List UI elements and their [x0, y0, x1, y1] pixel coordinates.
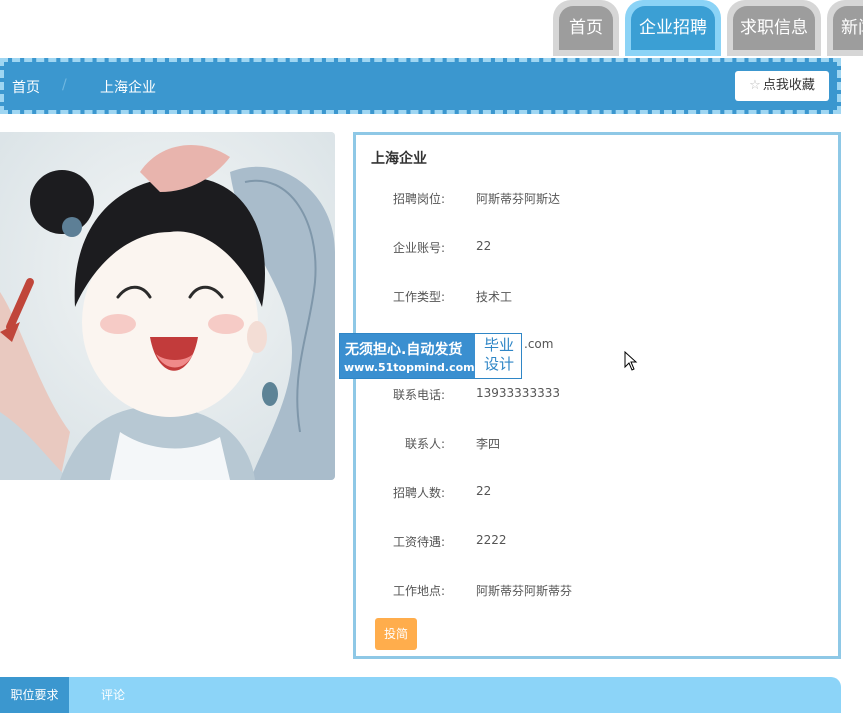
- field-label: 招聘岗位:: [392, 192, 445, 206]
- field-label: 企业账号:: [392, 241, 445, 255]
- field-label: 工作类型:: [392, 290, 445, 304]
- breadcrumb: 首页 / 上海企业 ☆ 点我收藏: [0, 58, 841, 114]
- watermark-line1: 无须担心.自动发货: [345, 342, 463, 358]
- watermark-right-bottom: 设计: [483, 355, 514, 373]
- field-row-position: 招聘岗位: 阿斯蒂芬阿斯达: [356, 190, 838, 210]
- nav-tab-label: 企业招聘: [631, 6, 715, 50]
- breadcrumb-separator: /: [62, 77, 67, 93]
- field-value: 技术工: [476, 290, 513, 304]
- field-row-headcount: 招聘人数: 22: [356, 484, 838, 504]
- field-row-account: 企业账号: 22: [356, 239, 838, 259]
- nav-tab-label: 新闻: [833, 6, 863, 50]
- watermark-right-top: 毕业: [483, 336, 514, 354]
- field-label: 工资待遇:: [392, 535, 445, 549]
- field-label: 联系人:: [404, 437, 445, 451]
- breadcrumb-home-link[interactable]: 首页: [12, 77, 40, 97]
- star-outline-icon: ☆: [749, 78, 761, 93]
- nav-tab-home[interactable]: 首页: [553, 0, 619, 56]
- field-value: 22: [476, 484, 492, 498]
- nav-tab-job-seeking[interactable]: 求职信息: [727, 0, 821, 56]
- field-value: 2222: [476, 533, 507, 547]
- field-row-phone: 联系电话: 13933333333: [356, 386, 838, 406]
- field-value: 李四: [476, 437, 501, 451]
- company-image: [0, 132, 335, 480]
- company-title: 上海企业: [371, 151, 427, 167]
- tab-job-requirements[interactable]: 职位要求: [0, 677, 69, 713]
- field-row-contact: 联系人: 李四: [356, 435, 838, 455]
- watermark-left: 无须担心.自动发货 www.51topmind.com: [340, 334, 475, 378]
- mouse-pointer-icon: [624, 351, 638, 371]
- field-value: 阿斯蒂芬阿斯蒂芬: [476, 584, 573, 598]
- apply-button[interactable]: 投简: [375, 618, 417, 650]
- field-row-salary: 工资待遇: 2222: [356, 533, 838, 553]
- nav-tab-company-recruit[interactable]: 企业招聘: [625, 0, 721, 56]
- watermark-banner: 无须担心.自动发货 www.51topmind.com 毕业 设计: [339, 333, 522, 379]
- top-nav: 首页 企业招聘 求职信息 新闻: [553, 0, 863, 58]
- field-value: .com: [524, 337, 554, 351]
- anime-girl-illustration: [0, 132, 335, 480]
- breadcrumb-current: 上海企业: [100, 80, 156, 96]
- field-label: 联系电话:: [392, 388, 445, 402]
- field-value: 阿斯蒂芬阿斯达: [476, 192, 561, 206]
- tab-comments[interactable]: 评论: [80, 677, 146, 713]
- watermark-line2: www.51topmind.com: [344, 361, 475, 374]
- field-label: 工作地点:: [392, 584, 445, 598]
- field-row-location: 工作地点: 阿斯蒂芬阿斯蒂芬: [356, 582, 838, 602]
- nav-tab-label: 首页: [559, 6, 613, 50]
- job-detail-card: 上海企业 招聘岗位: 阿斯蒂芬阿斯达 企业账号: 22 工作类型: 技术工 .c…: [353, 132, 841, 659]
- favorite-button-label: 点我收藏: [762, 78, 815, 93]
- field-label: 招聘人数:: [392, 486, 445, 500]
- bottom-tab-bar: 职位要求 评论: [0, 677, 841, 713]
- watermark-right: 毕业 设计: [480, 336, 518, 374]
- nav-tab-news[interactable]: 新闻: [827, 0, 863, 56]
- field-row-work-type: 工作类型: 技术工: [356, 288, 838, 308]
- nav-tab-label: 求职信息: [733, 6, 815, 50]
- favorite-button[interactable]: ☆ 点我收藏: [735, 71, 829, 101]
- field-value: 13933333333: [476, 386, 560, 400]
- field-value: 22: [476, 239, 492, 253]
